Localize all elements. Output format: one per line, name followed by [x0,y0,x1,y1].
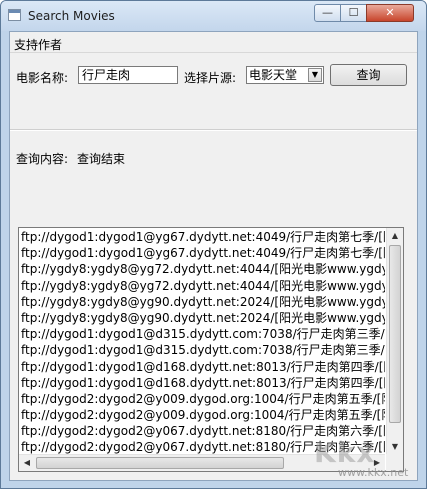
client-area: 支持作者 电影名称: 行尸走肉 选择片源: 电影天堂 ▼ 查询 查询内容: 查询… [9,31,418,481]
horizontal-scroll-thumb[interactable] [36,457,284,469]
list-item[interactable]: ftp://dygod1:dygod1@yg67.dydytt.net:4049… [21,245,385,261]
list-item[interactable]: ftp://dygod1:dygod1@yg67.dydytt.net:4049… [21,229,385,245]
list-item[interactable]: ftp://dygod1:dygod1@d168.dydytt.net:8013… [21,375,385,391]
list-item[interactable]: ftp://dygod1:dygod1@d168.dydytt.net:8013… [21,359,385,375]
source-label: 选择片源: [184,71,237,85]
vertical-scroll-thumb[interactable] [389,245,401,423]
minimize-button[interactable]: — [314,4,341,22]
list-item[interactable]: ftp://ygdy8:ygdy8@yg72.dydytt.net:4044/[… [21,278,385,294]
scroll-left-icon[interactable]: ◀ [19,455,35,471]
results-rows: ftp://dygod1:dygod1@yg67.dydytt.net:4049… [21,229,385,456]
list-item[interactable]: ftp://dygod1:dygod1@d315.dydytt.com:7038… [21,342,385,358]
list-item[interactable]: ftp://ygdy8:ygdy8@yg90.dydytt.net:2024/[… [21,310,385,326]
title-bar[interactable]: Search Movies — ☐ ✕ [1,1,426,31]
app-window-icon [8,9,21,21]
list-item[interactable]: ftp://dygod2:dygod2@y009.dygod.org:1004/… [21,407,385,423]
list-item[interactable]: ftp://ygdy8:ygdy8@yg72.dydytt.net:4044/[… [21,261,385,277]
list-item[interactable]: ftp://dygod1:dygod1@d315.dydytt.com:7038… [21,326,385,342]
movie-name-input[interactable]: 行尸走肉 [78,66,178,84]
movie-name-label: 电影名称: [16,71,69,85]
query-button[interactable]: 查询 [330,64,407,86]
app-window: Search Movies — ☐ ✕ 支持作者 电影名称: 行尸走肉 选择片源… [0,0,427,489]
scroll-down-icon[interactable]: ▼ [387,439,403,455]
vertical-scrollbar[interactable]: ▲ ▼ [386,228,403,455]
source-select[interactable]: 电影天堂 ▼ [246,66,324,84]
divider [10,129,417,131]
source-select-value: 电影天堂 [249,68,298,82]
maximize-button[interactable]: ☐ [340,4,367,22]
window-title: Search Movies [28,9,115,23]
list-item[interactable]: ftp://dygod2:dygod2@y009.dygod.org:1004/… [21,391,385,407]
scroll-up-icon[interactable]: ▲ [387,228,403,244]
watermark-url: www.kkx.net [338,466,409,479]
status-label: 查询内容: [16,152,69,166]
chevron-down-icon[interactable]: ▼ [308,68,322,82]
watermark-logo: Kkx [314,436,376,469]
close-button[interactable]: ✕ [366,4,414,22]
status-value: 查询结束 [77,152,126,166]
list-item[interactable]: ftp://ygdy8:ygdy8@yg90.dydytt.net:2024/[… [21,294,385,310]
menu-item-support-author[interactable]: 支持作者 [14,36,62,53]
menu-bar: 支持作者 [10,32,417,53]
